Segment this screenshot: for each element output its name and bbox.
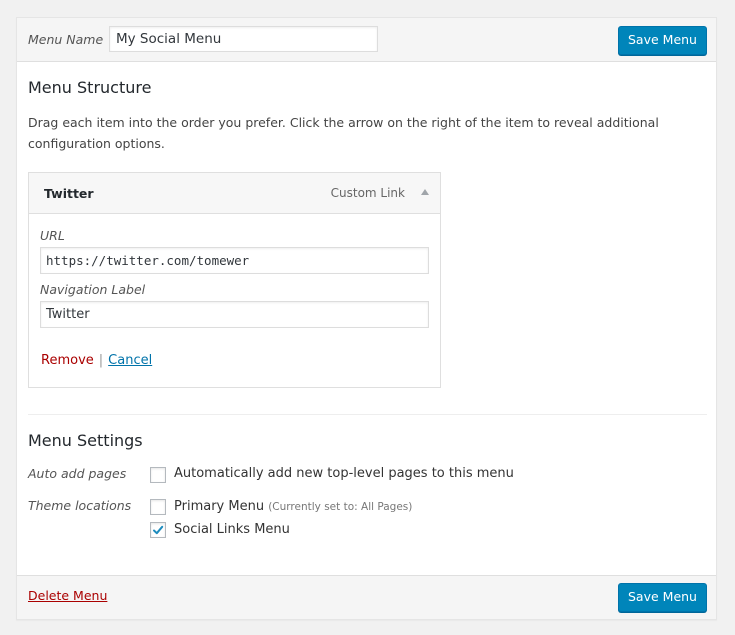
navigation-label-label: Navigation Label (40, 282, 146, 297)
auto-add-pages-label: Auto add pages (28, 466, 127, 481)
menu-name-label: Menu Name (28, 32, 104, 47)
primary-menu-label: Primary Menu (174, 499, 265, 514)
menu-structure-description: Drag each item into the order you prefer… (28, 115, 659, 151)
primary-menu-checkbox[interactable] (150, 499, 166, 515)
remove-link[interactable]: Remove (41, 353, 94, 368)
auto-add-pages-checkbox[interactable] (150, 467, 166, 483)
url-label: URL (40, 228, 65, 243)
menu-name-input[interactable]: My Social Menu (109, 26, 378, 52)
delete-menu-link[interactable]: Delete Menu (28, 588, 107, 603)
menu-item-handle[interactable]: Twitter Custom Link (29, 173, 440, 214)
menu-body: Menu Structure Drag each item into the o… (17, 62, 716, 575)
social-links-menu-label[interactable]: Social Links Menu (174, 522, 290, 537)
action-separator: | (98, 353, 104, 368)
primary-menu-option[interactable]: Primary Menu (Currently set to: All Page… (174, 499, 412, 514)
menu-item-type: Custom Link (330, 186, 405, 200)
menu-item-title: Twitter (44, 186, 94, 201)
url-input[interactable]: https://twitter.com/tomewer (40, 247, 429, 274)
save-menu-button-bottom[interactable]: Save Menu (618, 583, 707, 612)
collapse-arrow-icon[interactable] (421, 189, 429, 195)
menu-header: Menu Name My Social Menu Save Menu (17, 18, 716, 62)
menu-item-twitter: Twitter Custom Link URL https://twitter.… (28, 172, 441, 388)
checkmark-icon (153, 525, 164, 535)
save-menu-button-top[interactable]: Save Menu (618, 26, 707, 55)
cancel-link[interactable]: Cancel (108, 353, 152, 368)
auto-add-pages-option-label[interactable]: Automatically add new top-level pages to… (174, 466, 514, 481)
navigation-label-input[interactable]: Twitter (40, 301, 429, 328)
menu-item-actions: Remove | Cancel (41, 353, 152, 368)
primary-menu-note: (Currently set to: All Pages) (268, 501, 413, 513)
menu-edit-panel: Menu Name My Social Menu Save Menu Menu … (16, 17, 717, 620)
theme-locations-label: Theme locations (28, 498, 132, 513)
menu-footer: Delete Menu Save Menu (17, 575, 716, 619)
menu-settings-title: Menu Settings (28, 431, 143, 450)
section-divider (28, 414, 707, 415)
menu-structure-title: Menu Structure (28, 78, 152, 97)
social-links-menu-checkbox[interactable] (150, 522, 166, 538)
